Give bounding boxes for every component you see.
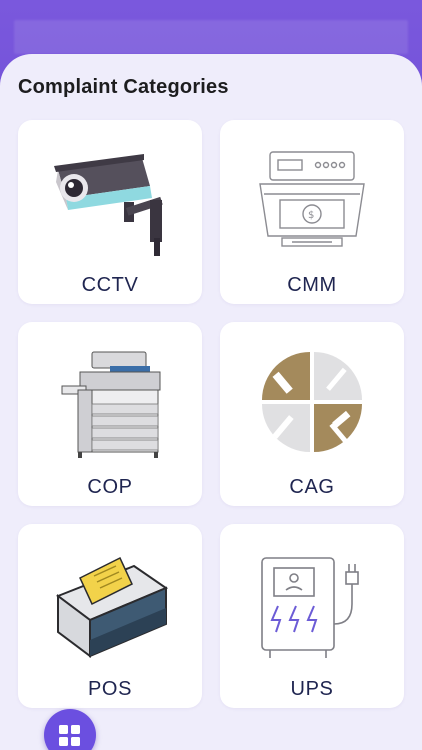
top-bar-blur [14,20,408,54]
power-supply-icon [261,557,359,658]
category-label-cctv: CCTV [81,274,139,296]
category-grid: CCTV $ CMM COP CAG POS UPS [18,120,405,708]
grid-icon [59,725,80,746]
category-card-cop[interactable]: COP [18,322,202,506]
category-card-cag[interactable]: CAG [220,322,404,506]
cash-counting-machine-icon: $ [259,151,365,247]
receipt-printer-icon [55,556,169,658]
category-card-ups[interactable]: UPS [220,524,404,708]
category-card-cmm[interactable]: $ CMM [220,120,404,304]
category-label-ups: UPS [290,678,334,700]
category-label-cop: COP [87,476,133,498]
tools-repair-icon [262,352,362,452]
category-label-pos: POS [87,678,133,700]
category-card-cctv[interactable]: CCTV [18,120,202,304]
cctv-camera-icon [54,154,163,256]
svg-text:$: $ [308,210,314,221]
category-label-cag: CAG [289,476,335,498]
content-sheet: Complaint Categories CCTV $ CMM COP CAG … [0,54,422,750]
copier-printer-icon [61,351,161,458]
category-label-cmm: CMM [287,274,337,296]
page-title: Complaint Categories [18,76,229,98]
category-card-pos[interactable]: POS [18,524,202,708]
